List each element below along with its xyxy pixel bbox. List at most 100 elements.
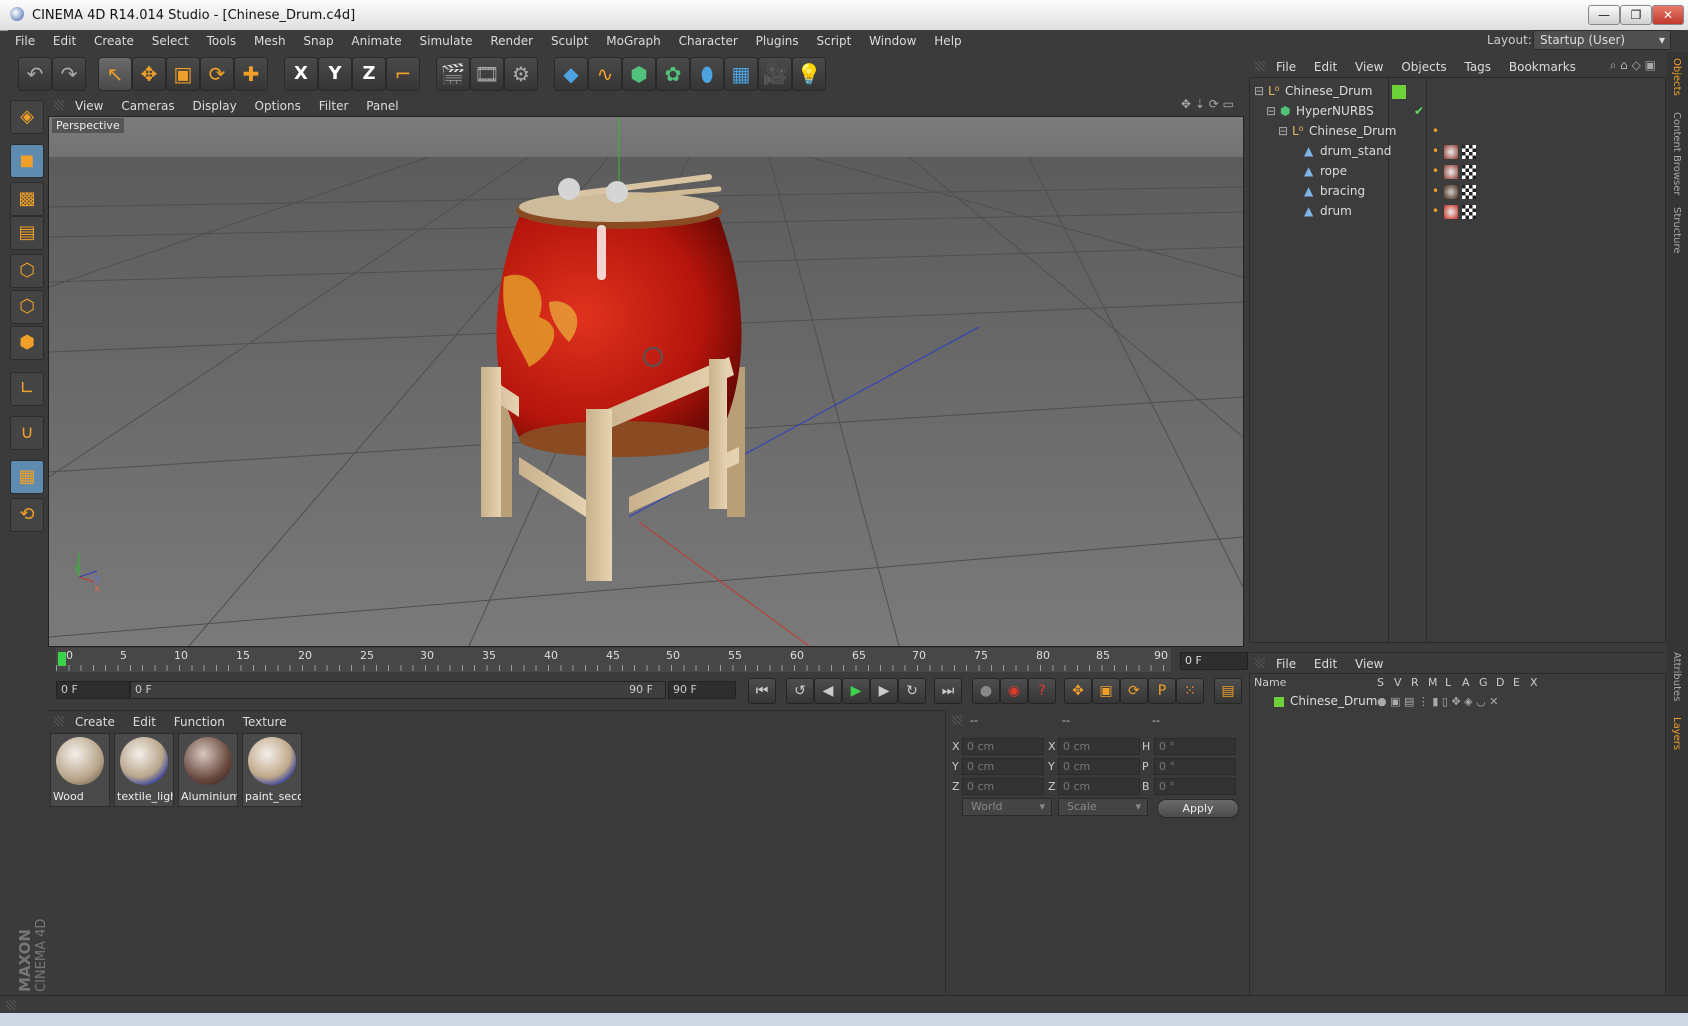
object-row[interactable]: ▲ rope • bbox=[1250, 162, 1665, 181]
snap-icon[interactable]: ⟲ bbox=[10, 498, 44, 532]
phong-tag-icon[interactable]: • bbox=[1432, 122, 1439, 141]
prev-key-icon[interactable]: ↺ bbox=[786, 678, 814, 704]
spline-icon[interactable]: ∿ bbox=[588, 57, 622, 91]
tree-toggle-icon[interactable]: ⊟ bbox=[1266, 102, 1276, 121]
vp-menu-view[interactable]: View bbox=[68, 95, 110, 117]
playhead[interactable] bbox=[58, 652, 66, 666]
lm-menu-file[interactable]: File bbox=[1269, 653, 1303, 675]
key-position-icon[interactable]: ✥ bbox=[1064, 678, 1092, 704]
object-row[interactable]: ⊟ ⬢ HyperNURBS ✔ bbox=[1250, 102, 1665, 121]
play-icon[interactable]: ▶ bbox=[842, 678, 870, 704]
start-frame-field[interactable]: 0 F bbox=[56, 681, 130, 699]
uvw-tag-icon[interactable] bbox=[1462, 185, 1476, 199]
pos-z-field[interactable]: 0 cm bbox=[962, 778, 1044, 795]
object-row[interactable]: ▲ drum • bbox=[1250, 202, 1665, 221]
workplane-lock-icon[interactable]: ▦ bbox=[10, 460, 44, 494]
mat-menu-edit[interactable]: Edit bbox=[126, 711, 163, 733]
grip-icon[interactable] bbox=[1255, 658, 1265, 668]
auto-key-icon[interactable]: ◉ bbox=[1000, 678, 1028, 704]
mat-menu-texture[interactable]: Texture bbox=[236, 711, 294, 733]
x-axis-icon[interactable]: X bbox=[284, 57, 318, 91]
menu-script[interactable]: Script bbox=[809, 30, 858, 52]
timeline-window-icon[interactable]: ▤ bbox=[1214, 678, 1242, 704]
uvw-tag-icon[interactable] bbox=[1462, 165, 1476, 179]
menu-simulate[interactable]: Simulate bbox=[413, 30, 480, 52]
menu-create[interactable]: Create bbox=[87, 30, 141, 52]
y-axis-icon[interactable]: Y bbox=[318, 57, 352, 91]
col-solo[interactable]: S bbox=[1377, 676, 1384, 689]
tab-content-browser[interactable]: Content Browser bbox=[1671, 112, 1682, 195]
om-menu-view[interactable]: View bbox=[1348, 56, 1390, 78]
col-generators[interactable]: G bbox=[1479, 676, 1488, 689]
phong-tag-icon[interactable]: • bbox=[1432, 182, 1439, 201]
points-mode-icon[interactable]: ⬡ bbox=[10, 254, 44, 288]
timeline-ruler[interactable]: 0 5 10 15 20 25 30 35 40 45 50 55 60 65 … bbox=[56, 648, 1171, 672]
object-row[interactable]: ▲ drum_stand • bbox=[1250, 142, 1665, 161]
apply-button[interactable]: Apply bbox=[1157, 799, 1239, 818]
size-x-field[interactable]: 0 cm bbox=[1058, 738, 1140, 755]
add-icon[interactable]: ✚ bbox=[234, 57, 268, 91]
size-z-field[interactable]: 0 cm bbox=[1058, 778, 1140, 795]
rot-h-field[interactable]: 0 ° bbox=[1154, 738, 1236, 755]
render-view-icon[interactable]: 🎬 bbox=[436, 57, 470, 91]
rot-b-field[interactable]: 0 ° bbox=[1154, 778, 1236, 795]
menu-file[interactable]: File bbox=[8, 30, 42, 52]
tab-objects[interactable]: Objects bbox=[1671, 58, 1682, 96]
object-mode-icon[interactable]: ◼ bbox=[10, 144, 44, 178]
grip-icon[interactable] bbox=[6, 1000, 16, 1010]
maximize-button[interactable]: ❐ bbox=[1620, 5, 1652, 25]
redo-icon[interactable]: ↷ bbox=[52, 57, 86, 91]
menu-mograph[interactable]: MoGraph bbox=[599, 30, 668, 52]
col-deformers[interactable]: D bbox=[1496, 676, 1504, 689]
col-xref[interactable]: X bbox=[1530, 676, 1538, 689]
current-frame-field[interactable]: 0 F bbox=[1180, 652, 1248, 670]
col-animation[interactable]: A bbox=[1462, 676, 1470, 689]
viewport-nav-icons[interactable]: ✥ ⇣ ⟳ ▭ bbox=[1181, 97, 1234, 111]
tree-toggle-icon[interactable]: ⊟ bbox=[1278, 122, 1288, 141]
om-menu-tags[interactable]: Tags bbox=[1457, 56, 1498, 78]
nurbs-icon[interactable]: ⬢ bbox=[622, 57, 656, 91]
col-locked[interactable]: L bbox=[1445, 676, 1451, 689]
scale-icon[interactable]: ▣ bbox=[166, 57, 200, 91]
range-slider[interactable]: 0 F 90 F bbox=[130, 681, 666, 699]
pos-x-field[interactable]: 0 cm bbox=[962, 738, 1044, 755]
mat-menu-create[interactable]: Create bbox=[68, 711, 122, 733]
layer-row[interactable]: Chinese_Drum ● ▣ ▤ ⋮ ▮ ▯ ✥ ◈ ◡ ✕ bbox=[1250, 692, 1665, 711]
object-row[interactable]: ▲ bracing • bbox=[1250, 182, 1665, 201]
layout-select[interactable]: Startup (User) ▾ bbox=[1533, 30, 1671, 50]
axis-mode-icon[interactable]: ∟ bbox=[10, 372, 44, 406]
uvw-tag-icon[interactable] bbox=[1462, 205, 1476, 219]
phong-tag-icon[interactable]: • bbox=[1432, 202, 1439, 221]
material-textile[interactable]: textile_ligh bbox=[114, 733, 174, 807]
next-frame-icon[interactable]: ▶ bbox=[870, 678, 898, 704]
menu-plugins[interactable]: Plugins bbox=[749, 30, 806, 52]
menu-mesh[interactable]: Mesh bbox=[247, 30, 293, 52]
om-nav-icons[interactable]: ⌕ ⌂ ◇ ▣ bbox=[1610, 58, 1656, 73]
menu-animate[interactable]: Animate bbox=[344, 30, 408, 52]
camera-icon[interactable]: 🎥 bbox=[758, 57, 792, 91]
key-pla-icon[interactable]: ⁙ bbox=[1176, 678, 1204, 704]
vp-menu-display[interactable]: Display bbox=[185, 95, 243, 117]
col-render[interactable]: R bbox=[1411, 676, 1419, 689]
grip-icon[interactable] bbox=[54, 100, 64, 110]
key-rotation-icon[interactable]: ⟳ bbox=[1120, 678, 1148, 704]
close-button[interactable]: ✕ bbox=[1652, 5, 1684, 25]
phong-tag-icon[interactable]: • bbox=[1432, 162, 1439, 181]
menu-character[interactable]: Character bbox=[672, 30, 745, 52]
coord-mode-dropdown[interactable]: Scale ▾ bbox=[1058, 798, 1148, 816]
tab-structure[interactable]: Structure bbox=[1671, 207, 1682, 254]
vp-menu-filter[interactable]: Filter bbox=[312, 95, 356, 117]
om-menu-bookmarks[interactable]: Bookmarks bbox=[1502, 56, 1583, 78]
material-tag-icon[interactable] bbox=[1444, 165, 1458, 179]
move-icon[interactable]: ✥ bbox=[132, 57, 166, 91]
material-paint[interactable]: paint_seco bbox=[242, 733, 302, 807]
material-tag-icon[interactable] bbox=[1444, 145, 1458, 159]
light-icon[interactable]: 💡 bbox=[792, 57, 826, 91]
next-key-icon[interactable]: ↻ bbox=[898, 678, 926, 704]
texture-mode-icon[interactable]: ▩ bbox=[10, 182, 44, 216]
end-frame-field[interactable]: 90 F bbox=[668, 681, 736, 699]
workplane-icon[interactable]: ▤ bbox=[10, 216, 44, 250]
key-scale-icon[interactable]: ▣ bbox=[1092, 678, 1120, 704]
goto-start-icon[interactable]: ⏮ bbox=[748, 678, 776, 704]
deformer-icon[interactable]: ⬮ bbox=[690, 57, 724, 91]
